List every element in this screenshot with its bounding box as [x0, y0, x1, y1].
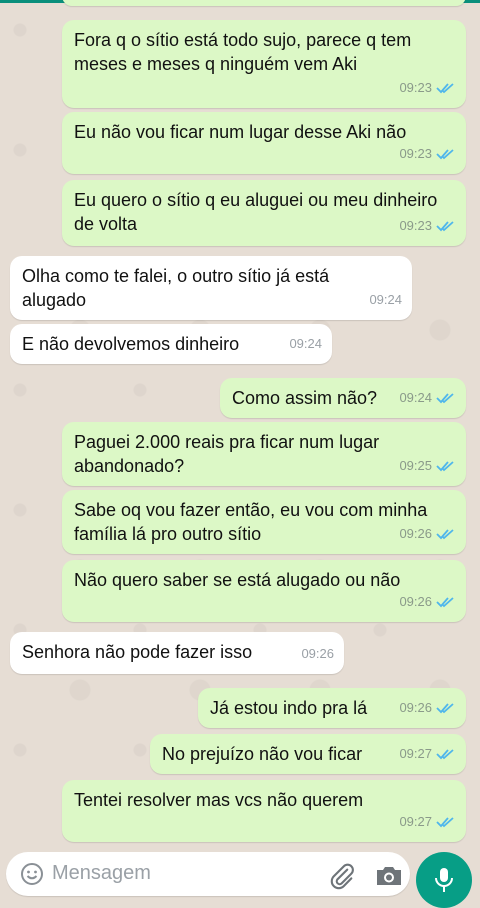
- message-placeholder: Mensagem: [52, 862, 151, 884]
- message-bubble-outgoing[interactable]: Como assim não? 09:24: [220, 378, 466, 418]
- read-ticks-icon: [436, 817, 454, 828]
- message-text: Eu não vou ficar num lugar desse Aki não: [74, 122, 407, 142]
- microphone-icon: [435, 868, 453, 892]
- message-bubble-outgoing[interactable]: Já estou indo pra lá 09:26: [198, 688, 466, 728]
- message-bubble-outgoing[interactable]: Tentei resolver mas vcs não querem 09:27: [62, 780, 466, 842]
- message-composer: Mensagem: [0, 852, 480, 908]
- message-time: 09:25: [399, 458, 432, 473]
- read-ticks-icon: [436, 83, 454, 94]
- message-time: 09:23: [399, 80, 432, 95]
- message-bubble-outgoing[interactable]: Paguei 2.000 reais pra ficar num lugar a…: [62, 422, 466, 486]
- message-text: Sabe oq vou fazer então, eu vou com minh…: [74, 500, 433, 544]
- message-bubble-outgoing[interactable]: Eu quero o sítio q eu aluguei ou meu din…: [62, 180, 466, 246]
- message-time: 09:23: [399, 146, 432, 161]
- read-ticks-icon: [436, 221, 454, 232]
- message-time: 09:26: [399, 526, 432, 541]
- message-bubble-incoming[interactable]: Olha como te falei, o outro sítio já est…: [10, 256, 412, 320]
- message-text: E não devolvemos dinheiro: [22, 334, 240, 354]
- message-bubble-outgoing[interactable]: Não quero saber se está alugado ou não 0…: [62, 560, 466, 622]
- message-text: Senhora não pode fazer isso: [22, 642, 253, 662]
- message-text: Eu quero o sítio q eu aluguei ou meu din…: [74, 190, 443, 234]
- message-bubble-outgoing[interactable]: Sabe oq vou fazer então, eu vou com minh…: [62, 490, 466, 554]
- camera-icon[interactable]: [374, 864, 404, 888]
- message-time: 09:26: [301, 646, 334, 661]
- message-time: 09:24: [399, 390, 432, 405]
- message-input[interactable]: Mensagem: [6, 852, 410, 896]
- message-time: 09:26: [399, 700, 432, 715]
- message-bubble-incoming[interactable]: Senhora não pode fazer isso 09:26: [10, 632, 344, 674]
- read-ticks-icon: [436, 749, 454, 760]
- read-ticks-icon: [436, 149, 454, 160]
- message-time: 09:24: [289, 336, 322, 351]
- message-bubble-partial: [62, 0, 466, 6]
- message-time: 09:27: [399, 746, 432, 761]
- message-text: Fora q o sítio está todo sujo, parece q …: [74, 30, 417, 74]
- message-text: Não quero saber se está alugado ou não: [74, 570, 401, 590]
- message-text: Paguei 2.000 reais pra ficar num lugar a…: [74, 432, 385, 476]
- message-text: Olha como te falei, o outro sítio já est…: [22, 266, 335, 310]
- message-bubble-outgoing[interactable]: No prejuízo não vou ficar 09:27: [150, 734, 466, 774]
- message-bubble-outgoing[interactable]: Fora q o sítio está todo sujo, parece q …: [62, 20, 466, 108]
- message-bubble-outgoing[interactable]: Eu não vou ficar num lugar desse Aki não…: [62, 112, 466, 174]
- read-ticks-icon: [436, 393, 454, 404]
- read-ticks-icon: [436, 703, 454, 714]
- message-time: 09:26: [399, 594, 432, 609]
- message-time: 09:24: [369, 292, 402, 307]
- read-ticks-icon: [436, 461, 454, 472]
- paperclip-icon[interactable]: [328, 862, 356, 890]
- read-ticks-icon: [436, 529, 454, 540]
- message-time: 09:27: [399, 814, 432, 829]
- message-list[interactable]: Fora q o sítio está todo sujo, parece q …: [0, 0, 480, 850]
- read-ticks-icon: [436, 597, 454, 608]
- message-time: 09:23: [399, 218, 432, 233]
- emoji-icon[interactable]: [20, 862, 44, 886]
- message-text: Tentei resolver mas vcs não querem: [74, 790, 364, 810]
- message-bubble-incoming[interactable]: E não devolvemos dinheiro 09:24: [10, 324, 332, 364]
